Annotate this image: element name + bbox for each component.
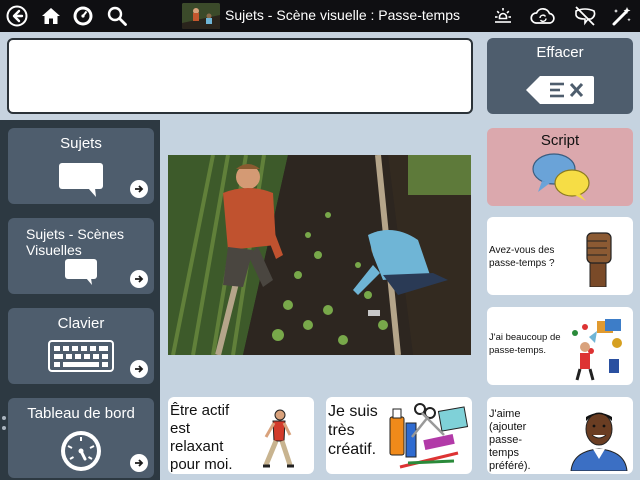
speech-bubble-icon [64, 258, 98, 291]
art-supplies-icon [388, 401, 470, 476]
back-icon[interactable] [4, 3, 30, 29]
phrase-text: Avez-vous des passe-temps ? [489, 245, 555, 269]
phrase-card-active[interactable]: Être actif est relaxant pour moi. [168, 397, 314, 474]
walking-person-icon [260, 409, 294, 474]
sidebar-item-label: Sujets - Scènes Visuelles [26, 226, 125, 258]
dashboard-icon[interactable] [70, 3, 96, 29]
speedometer-icon [58, 428, 104, 479]
sidebar-item-visual-scenes[interactable]: Sujets - Scènes Visuelles [8, 218, 154, 294]
script-label: Script [540, 132, 580, 149]
speech-off-icon[interactable] [572, 3, 598, 29]
chevron-right-icon [130, 270, 148, 288]
smiling-man-icon [567, 407, 631, 476]
raised-fist-icon [583, 227, 615, 292]
phrase-text: J'ai beaucoup de passe-temps. [489, 332, 561, 356]
scene-thumbnail [182, 3, 220, 29]
sidebar: Sujets Sujets - Scènes Visuelles Clavier… [0, 120, 160, 480]
edit-wand-icon[interactable] [608, 3, 634, 29]
script-button[interactable]: Script [487, 128, 633, 206]
phrase-text: J'aime (ajouter passe-temps préféré). [489, 408, 531, 472]
sidebar-item-label: Tableau de bord [27, 405, 135, 422]
home-icon[interactable] [38, 3, 64, 29]
sidebar-item-label: Sujets [60, 135, 102, 152]
phrase-button[interactable]: J'ai beaucoup de passe-temps. [487, 307, 633, 385]
page-indicator [2, 416, 6, 436]
phrase-card-creative[interactable]: Je suis très créatif. [326, 397, 472, 474]
brightness-icon[interactable] [490, 3, 516, 29]
top-toolbar: Sujets - Scène visuelle : Passe-temps [0, 0, 640, 32]
message-window[interactable] [7, 38, 473, 114]
search-icon[interactable] [104, 3, 130, 29]
sidebar-item-label: Clavier [57, 315, 105, 332]
sync-icon[interactable] [530, 3, 556, 29]
erase-label: Effacer [536, 44, 584, 61]
sidebar-item-dashboard[interactable]: Tableau de bord [8, 398, 154, 478]
erase-button[interactable]: Effacer [487, 38, 633, 114]
chevron-right-icon [130, 360, 148, 378]
phrase-button[interactable]: Avez-vous des passe-temps ? [487, 217, 633, 295]
sidebar-item-keyboard[interactable]: Clavier [8, 308, 154, 384]
chevron-right-icon [130, 454, 148, 472]
hobbies-icon [565, 315, 631, 386]
backspace-icon [524, 74, 596, 111]
chevron-right-icon [130, 180, 148, 198]
chat-bubbles-icon [530, 152, 592, 207]
page-title: Sujets - Scène visuelle : Passe-temps [225, 7, 460, 23]
card-text: Être actif est relaxant pour moi. [170, 402, 233, 473]
speech-bubble-icon [58, 162, 104, 203]
keyboard-icon [48, 340, 114, 377]
phrase-button[interactable]: J'aime (ajouter passe-temps préféré). [487, 397, 633, 474]
scene-photo-gardening[interactable] [168, 155, 471, 355]
message-bar: Effacer [0, 32, 640, 120]
sidebar-item-topics[interactable]: Sujets [8, 128, 154, 204]
card-text: Je suis très créatif. [328, 403, 378, 458]
